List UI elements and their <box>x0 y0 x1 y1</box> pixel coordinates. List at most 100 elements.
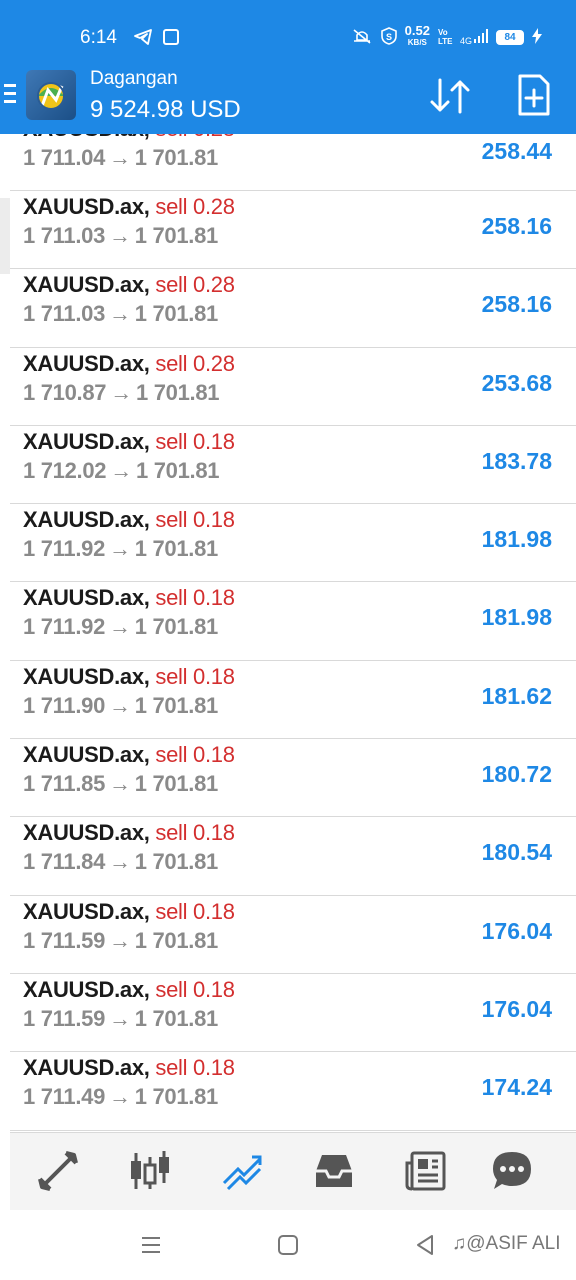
open-price: 1 710.87 <box>23 379 107 405</box>
current-price: 1 701.81 <box>134 692 219 718</box>
current-price: 1 701.81 <box>134 849 219 875</box>
trade-title: XAUUSD.ax, sell 0.18 <box>23 977 235 1003</box>
trade-volume: 0.18 <box>193 428 235 454</box>
trade-volume: 0.18 <box>193 742 235 768</box>
trade-symbol: XAUUSD.ax, <box>23 272 150 298</box>
trade-prices: 1 710.87 → 1 701.81 <box>23 379 220 406</box>
net-speed-unit: KB/S <box>407 38 427 47</box>
trade-row[interactable]: XAUUSD.ax, sell 0.28 1 711.04→1 701.81 258… <box>10 134 576 191</box>
trade-symbol: XAUUSD.ax, <box>23 663 150 689</box>
trade-side: sell <box>155 507 188 533</box>
current-price: 1 701.81 <box>134 223 219 248</box>
news-icon[interactable] <box>404 1149 448 1193</box>
mute-icon <box>351 28 373 47</box>
trade-profit: 253.68 <box>481 369 552 396</box>
trade-row[interactable]: XAUUSD.ax, sell 0.28 1 711.03 → 1 701.81 258… <box>10 269 576 348</box>
charging-icon <box>532 27 542 47</box>
trade-volume: 0.18 <box>193 663 235 689</box>
recent-apps-icon[interactable] <box>140 1234 162 1261</box>
trade-prices: 1 711.59 → 1 701.81 <box>23 1006 218 1032</box>
trade-volume: 0.28 <box>193 134 235 141</box>
arrow-right-icon: → <box>109 301 131 327</box>
trade-row[interactable]: XAUUSD.ax, sell 0.28 1 711.03 → 1 701.81 258… <box>10 191 576 270</box>
open-price: 1 711.04 <box>23 145 106 170</box>
current-price: 1 701.81 <box>134 771 219 797</box>
history-inbox-icon[interactable] <box>312 1149 356 1193</box>
trade-row[interactable]: XAUUSD.ax, sell 0.18 1 711.85 → 1 701.81 180… <box>10 739 576 818</box>
arrow-right-icon: → <box>109 849 131 875</box>
trade-side: sell <box>155 272 188 298</box>
arrow-right-icon: → <box>109 145 131 170</box>
current-price: 1 701.81 <box>134 614 219 640</box>
current-price: 1 701.81 <box>134 1005 219 1031</box>
selection-indicator <box>0 198 10 274</box>
trade-row[interactable]: XAUUSD.ax, sell 0.18 1 711.84 → 1 701.81 180… <box>10 817 576 896</box>
quotes-arrows-icon[interactable] <box>36 1149 80 1193</box>
trade-title: XAUUSD.ax, sell 0.28 <box>23 351 235 377</box>
candlestick-chart-icon[interactable] <box>128 1149 172 1193</box>
trade-row[interactable]: XAUUSD.ax, sell 0.18 1 711.92 → 1 701.81 181… <box>10 504 576 583</box>
chat-icon[interactable] <box>490 1149 534 1193</box>
back-icon[interactable] <box>414 1234 436 1261</box>
current-price: 1 701.81 <box>134 927 219 953</box>
trade-prices: 1 711.03 → 1 701.81 <box>23 301 218 327</box>
trade-symbol: XAUUSD.ax, <box>23 976 150 1002</box>
trade-prices: 1 711.04 → 1 701.81 <box>23 145 218 171</box>
trade-row[interactable]: XAUUSD.ax, sell 0.28 1 710.87 → 1 701.81 253… <box>10 348 576 426</box>
signal-type: 4G <box>459 35 472 46</box>
signal-bars-icon <box>474 28 488 46</box>
network-speed: 0.52 KB/S <box>404 23 430 48</box>
volte-indicator: Vo LTE <box>437 28 453 46</box>
trade-volume: 0.28 <box>193 350 235 376</box>
app-notification-icon <box>163 29 179 45</box>
trade-row[interactable]: XAUUSD.ax, sell 0.18 1 711.59 → 1 701.81 176… <box>10 896 576 974</box>
watermark: ♫@ASIF ALI <box>452 1233 561 1255</box>
current-price: 1 701.81 <box>134 145 219 170</box>
arrow-right-icon: → <box>110 379 132 405</box>
current-price: 1 701.81 <box>134 1084 219 1110</box>
new-document-icon[interactable] <box>516 74 552 121</box>
svg-text:S: S <box>386 32 392 42</box>
status-time: 6:14 <box>80 27 117 48</box>
trade-profit: 258.16 <box>481 213 552 239</box>
trade-row[interactable]: XAUUSD.ax, sell 0.18 1 711.90 → 1 701.81 181… <box>10 661 576 740</box>
trade-title: XAUUSD.ax, sell 0.28 <box>23 194 235 220</box>
positions-list[interactable]: XAUUSD.ax, sell 0.281 711.04→1 701.81258… <box>10 134 576 1131</box>
status-bar: 6:14 S 0.52 KB/S Vo LTE 4G 84 <box>0 0 576 60</box>
trade-profit: 180.72 <box>481 761 552 788</box>
trade-row[interactable]: XAUUSD.ax, sell 0.18 1 711.59 → 1 701.81 176… <box>10 974 576 1053</box>
trade-side: sell <box>155 898 188 924</box>
home-icon[interactable] <box>277 1234 299 1261</box>
current-price: 1 701.81 <box>135 379 220 405</box>
trade-side: sell <box>155 1055 188 1081</box>
trade-title: XAUUSD.ax, sell 0.28 <box>23 272 235 298</box>
battery-indicator: 84 <box>496 29 524 45</box>
trade-title: XAUUSD.ax, sell 0.18 <box>23 742 235 768</box>
trade-profit: 181.98 <box>481 604 552 631</box>
trade-side: sell <box>155 820 188 846</box>
account-balance: 9 524.98 USD <box>90 96 241 123</box>
trade-side: sell <box>155 663 188 689</box>
sort-arrows-icon[interactable] <box>428 76 472 121</box>
arrow-right-icon: → <box>109 771 131 797</box>
net-speed-value: 0.52 <box>404 23 430 38</box>
open-price: 1 711.49 <box>23 1084 106 1110</box>
trade-profit: 174.24 <box>481 1074 552 1101</box>
trade-row[interactable]: XAUUSD.ax, sell 0.18 1 711.49 → 1 701.81 174… <box>10 1052 576 1131</box>
trade-title: XAUUSD.ax, sell 0.18 <box>23 1055 235 1081</box>
trade-row[interactable]: XAUUSD.ax, sell 0.18 1 711.92 → 1 701.81 181… <box>10 582 576 661</box>
current-price: 1 701.81 <box>135 457 220 483</box>
trade-volume: 0.18 <box>193 1055 235 1081</box>
trade-symbol: XAUUSD.ax, <box>23 1055 150 1081</box>
signal-4g: 4G <box>459 28 488 46</box>
trade-volume: 0.18 <box>193 585 235 611</box>
open-price: 1 711.92 <box>23 536 106 562</box>
trade-row[interactable]: XAUUSD.ax, sell 0.18 1 712.02 → 1 701.81 183… <box>10 426 576 505</box>
shield-s-icon: S <box>380 26 397 48</box>
trade-volume: 0.18 <box>193 898 235 924</box>
menu-icon[interactable] <box>4 84 16 108</box>
trade-title: XAUUSD.ax, sell 0.28 <box>23 134 235 142</box>
trade-side: sell <box>155 742 188 768</box>
trade-chart-icon[interactable] <box>220 1149 264 1193</box>
current-price: 1 701.81 <box>134 536 219 562</box>
